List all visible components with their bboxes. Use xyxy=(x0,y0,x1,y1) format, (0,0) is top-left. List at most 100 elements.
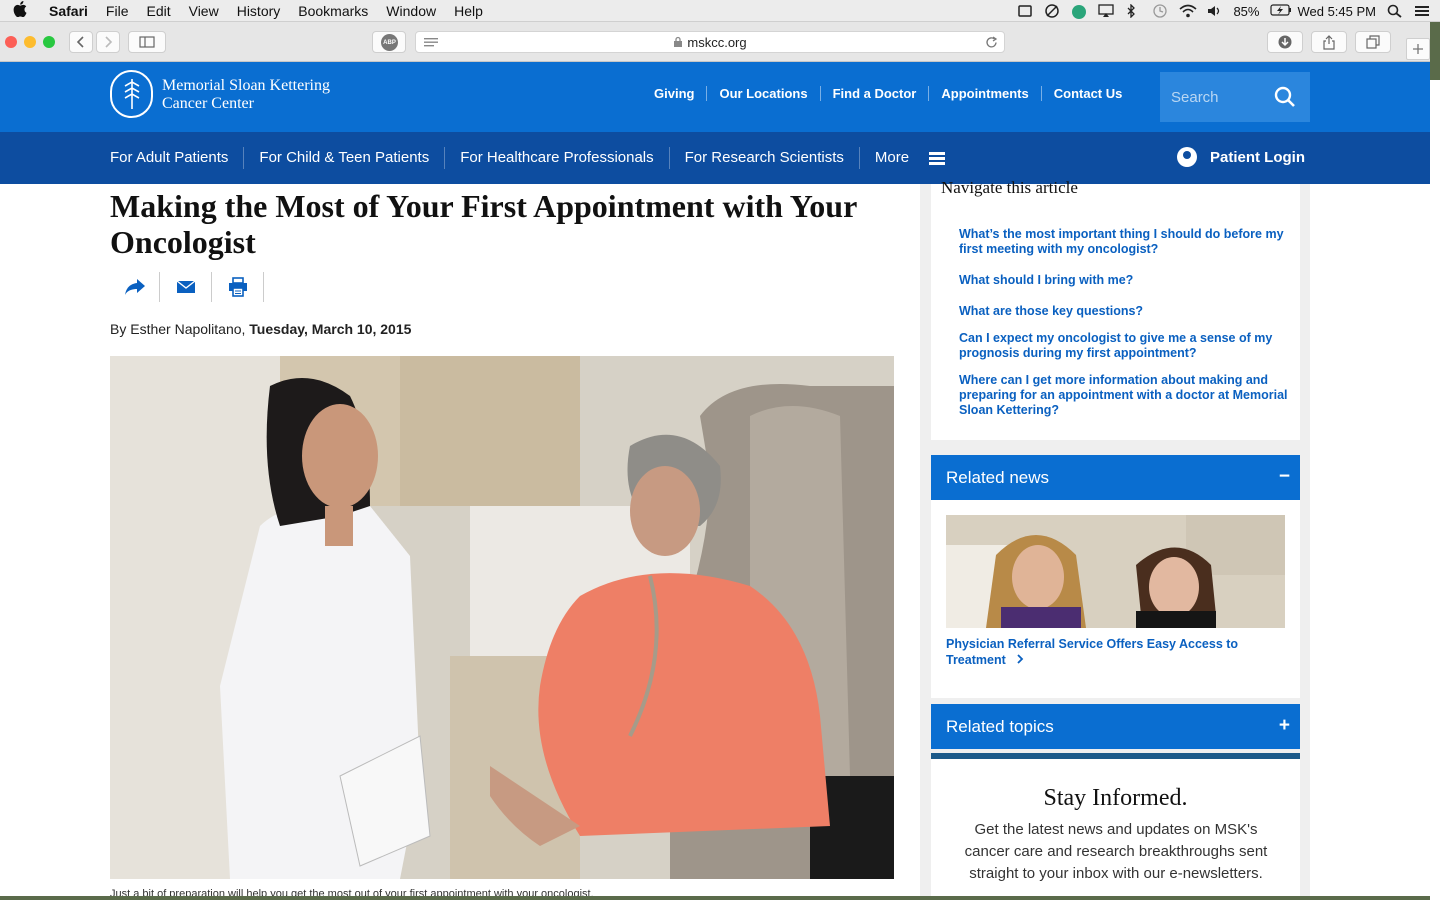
reader-icon[interactable] xyxy=(424,37,438,48)
zoom-window-button[interactable] xyxy=(43,36,55,48)
volume-icon[interactable] xyxy=(1206,4,1222,18)
main-nav: For Adult Patients For Child & Teen Pati… xyxy=(0,132,1430,184)
nav-adult-patients[interactable]: For Adult Patients xyxy=(110,147,243,169)
spotlight-icon[interactable] xyxy=(1387,4,1403,18)
nav-appointments[interactable]: Appointments xyxy=(928,86,1040,101)
share-arrow-icon xyxy=(124,279,145,295)
reload-icon[interactable] xyxy=(985,36,998,49)
app-status-icon[interactable] xyxy=(1071,4,1087,19)
print-article-button[interactable] xyxy=(212,272,264,302)
search-placeholder: Search xyxy=(1171,88,1219,106)
nav-link-prognosis[interactable]: Can I expect my oncologist to give me a … xyxy=(959,331,1291,361)
download-icon xyxy=(1278,35,1292,49)
bluetooth-icon[interactable] xyxy=(1125,3,1141,19)
web-page: Memorial Sloan Kettering Cancer Center G… xyxy=(0,62,1430,896)
nav-link-most-important[interactable]: What’s the most important thing I should… xyxy=(959,227,1291,257)
close-window-button[interactable] xyxy=(5,36,17,48)
do-not-disturb-icon[interactable] xyxy=(1044,4,1060,18)
site-search-input[interactable]: Search xyxy=(1160,72,1310,122)
sidebar-toggle-button[interactable] xyxy=(128,31,166,53)
time-machine-icon[interactable] xyxy=(1017,4,1033,18)
notification-center-icon[interactable] xyxy=(1414,4,1430,18)
navigate-title: Navigate this article xyxy=(941,178,1078,197)
menu-bookmarks[interactable]: Bookmarks xyxy=(289,3,377,19)
nav-find-a-doctor[interactable]: Find a Doctor xyxy=(819,86,929,101)
nav-contact-us[interactable]: Contact Us xyxy=(1040,86,1135,101)
byline-date: Tuesday, March 10, 2015 xyxy=(249,321,412,337)
nav-more-label: More xyxy=(874,149,910,166)
menu-bar: Safari File Edit View History Bookmarks … xyxy=(0,0,1440,22)
clock[interactable]: Wed 5:45 PM xyxy=(1297,4,1376,19)
adblock-button[interactable]: ABP xyxy=(372,31,406,53)
adblock-label: ABP xyxy=(381,34,398,51)
lock-icon xyxy=(674,36,683,47)
wifi-icon[interactable] xyxy=(1179,4,1197,18)
newsletter-signup: Stay Informed. Get the latest news and u… xyxy=(931,753,1300,896)
byline-author: By Esther Napolitano, xyxy=(110,321,246,337)
related-news-title: Related news xyxy=(946,467,1050,487)
site-header: Memorial Sloan Kettering Cancer Center G… xyxy=(0,62,1430,132)
address-bar[interactable]: mskcc.org xyxy=(415,31,1005,53)
expand-icon[interactable]: + xyxy=(1279,715,1290,737)
menu-view[interactable]: View xyxy=(180,3,228,19)
printer-icon xyxy=(228,277,247,297)
share-icon xyxy=(1323,34,1335,50)
minimize-window-button[interactable] xyxy=(24,36,36,48)
image-caption: Just a bit of preparation will help you … xyxy=(110,888,594,896)
chevron-right-icon xyxy=(105,36,113,48)
battery-percent[interactable]: 85% xyxy=(1233,4,1259,19)
background-window xyxy=(1430,80,1440,900)
time-machine-clock-icon[interactable] xyxy=(1152,4,1168,18)
menu-file[interactable]: File xyxy=(97,3,138,19)
stay-informed-text: Get the latest news and updates on MSK's… xyxy=(964,821,1268,882)
tabs-icon xyxy=(1366,35,1380,49)
envelope-icon xyxy=(176,280,195,293)
nav-research-scientists[interactable]: For Research Scientists xyxy=(668,147,859,169)
article-hero-image xyxy=(110,356,894,879)
related-news-link[interactable]: Physician Referral Service Offers Easy A… xyxy=(946,636,1276,668)
nav-healthcare-professionals[interactable]: For Healthcare Professionals xyxy=(444,147,668,169)
search-icon[interactable] xyxy=(1274,86,1296,108)
nav-link-more-information[interactable]: Where can I get more information about m… xyxy=(959,373,1291,418)
nav-child-teen-patients[interactable]: For Child & Teen Patients xyxy=(243,147,444,169)
patient-login-button[interactable]: Patient Login xyxy=(1177,147,1305,167)
share-article-button[interactable] xyxy=(110,272,160,302)
related-news-card: Physician Referral Service Offers Easy A… xyxy=(931,500,1300,698)
nav-link-what-to-bring[interactable]: What should I bring with me? xyxy=(959,273,1291,288)
battery-icon[interactable] xyxy=(1270,4,1292,18)
apple-menu-icon[interactable] xyxy=(0,0,40,21)
related-news-image[interactable] xyxy=(946,515,1285,628)
share-tools xyxy=(110,272,264,302)
sidebar-icon xyxy=(139,36,155,48)
logo-line-2: Cancer Center xyxy=(162,95,254,112)
menu-window[interactable]: Window xyxy=(377,3,445,19)
related-news-link-text: Physician Referral Service Offers Easy A… xyxy=(946,637,1239,667)
site-logo-text[interactable]: Memorial Sloan Kettering Cancer Center xyxy=(162,77,330,113)
new-tab-button[interactable] xyxy=(1406,38,1430,60)
nav-our-locations[interactable]: Our Locations xyxy=(706,86,819,101)
forward-button[interactable] xyxy=(96,31,120,53)
downloads-button[interactable] xyxy=(1267,31,1303,53)
article-byline: By Esther Napolitano, Tuesday, March 10,… xyxy=(110,321,411,337)
menu-history[interactable]: History xyxy=(228,3,290,19)
nav-link-key-questions[interactable]: What are those key questions? xyxy=(959,304,1291,319)
tabs-overview-button[interactable] xyxy=(1355,31,1391,53)
msk-logo-icon[interactable] xyxy=(110,70,153,118)
article-navigation: Navigate this article What’s the most im… xyxy=(931,178,1300,440)
share-button[interactable] xyxy=(1311,31,1347,53)
back-button[interactable] xyxy=(69,31,93,53)
collapse-icon[interactable]: − xyxy=(1279,466,1290,488)
related-news-header[interactable]: Related news − xyxy=(931,455,1300,500)
browser-toolbar: ABP mskcc.org xyxy=(0,22,1430,62)
utility-nav: Giving Our Locations Find a Doctor Appoi… xyxy=(642,86,1134,101)
related-topics-header[interactable]: Related topics + xyxy=(931,704,1300,749)
airplay-icon[interactable] xyxy=(1098,4,1115,18)
nav-more[interactable]: More xyxy=(858,147,960,169)
email-article-button[interactable] xyxy=(160,272,212,302)
menu-app-name[interactable]: Safari xyxy=(40,3,97,19)
chevron-right-icon xyxy=(1017,654,1024,664)
nav-giving[interactable]: Giving xyxy=(642,86,706,101)
patient-login-label: Patient Login xyxy=(1210,148,1305,166)
menu-edit[interactable]: Edit xyxy=(137,3,179,19)
menu-help[interactable]: Help xyxy=(445,3,492,19)
